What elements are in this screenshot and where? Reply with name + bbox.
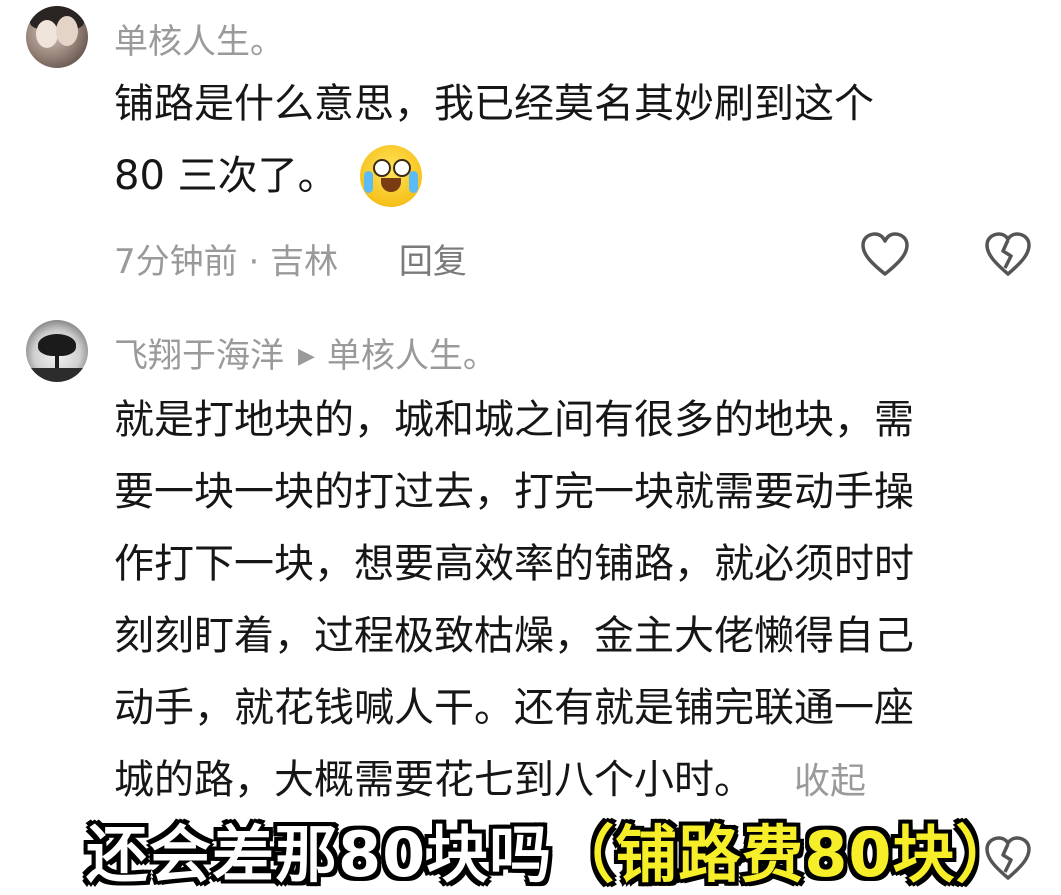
comment-text-line: 80 三次了。 bbox=[114, 140, 874, 212]
broken-heart-icon[interactable] bbox=[984, 232, 1032, 278]
comment-username[interactable]: 单核人生。 bbox=[114, 14, 284, 63]
caption-main: 还会差那80块吗 bbox=[86, 818, 553, 891]
avatar[interactable] bbox=[26, 6, 88, 68]
comment-text: 铺路是什么意思，我已经莫名其妙刷到这个 80 三次了。 bbox=[114, 68, 874, 212]
comment-username[interactable]: 飞翔于海洋 bbox=[114, 336, 284, 376]
comment-meta: 7分钟前 · 吉林 回复 bbox=[114, 234, 467, 283]
heart-outline-icon[interactable] bbox=[860, 232, 910, 278]
collapse-button[interactable]: 收起 bbox=[794, 761, 866, 802]
comment-text-line: 就是打地块的，城和城之间有很多的地块，需 bbox=[114, 397, 914, 443]
avatar[interactable] bbox=[26, 320, 88, 382]
comment-time: 7分钟前 bbox=[114, 242, 238, 282]
comment-text-line: 铺路是什么意思，我已经莫名其妙刷到这个 bbox=[114, 81, 874, 127]
comment-text-line: 刻刻盯着，过程极致枯燥，金主大佬懒得自己 bbox=[114, 613, 914, 659]
comment-text-line: 要一块一块的打过去，打完一块就需要动手操 bbox=[114, 469, 914, 515]
reply-button[interactable]: 回复 bbox=[399, 242, 467, 282]
video-caption: 还会差那80块吗（铺路费80块） bbox=[86, 804, 1019, 894]
comment-text-line: 动手，就花钱喊人干。还有就是铺完联通一座 bbox=[114, 685, 914, 731]
caption-highlight: （铺路费80块） bbox=[552, 818, 1019, 891]
reply-to-username[interactable]: 单核人生。 bbox=[327, 336, 497, 376]
crying-laughing-emoji-icon bbox=[360, 145, 423, 207]
comment-username-line: 飞翔于海洋 ▶ 单核人生。 bbox=[114, 328, 497, 377]
comment-text: 就是打地块的，城和城之间有很多的地块，需 要一块一块的打过去，打完一块就需要动手… bbox=[114, 384, 914, 818]
comment-location: 吉林 bbox=[270, 242, 339, 282]
reply-arrow-icon: ▶ bbox=[298, 344, 315, 369]
meta-separator: · bbox=[248, 242, 260, 282]
comment-text-line: 作打下一块，想要高效率的铺路，就必须时时 bbox=[114, 541, 914, 587]
